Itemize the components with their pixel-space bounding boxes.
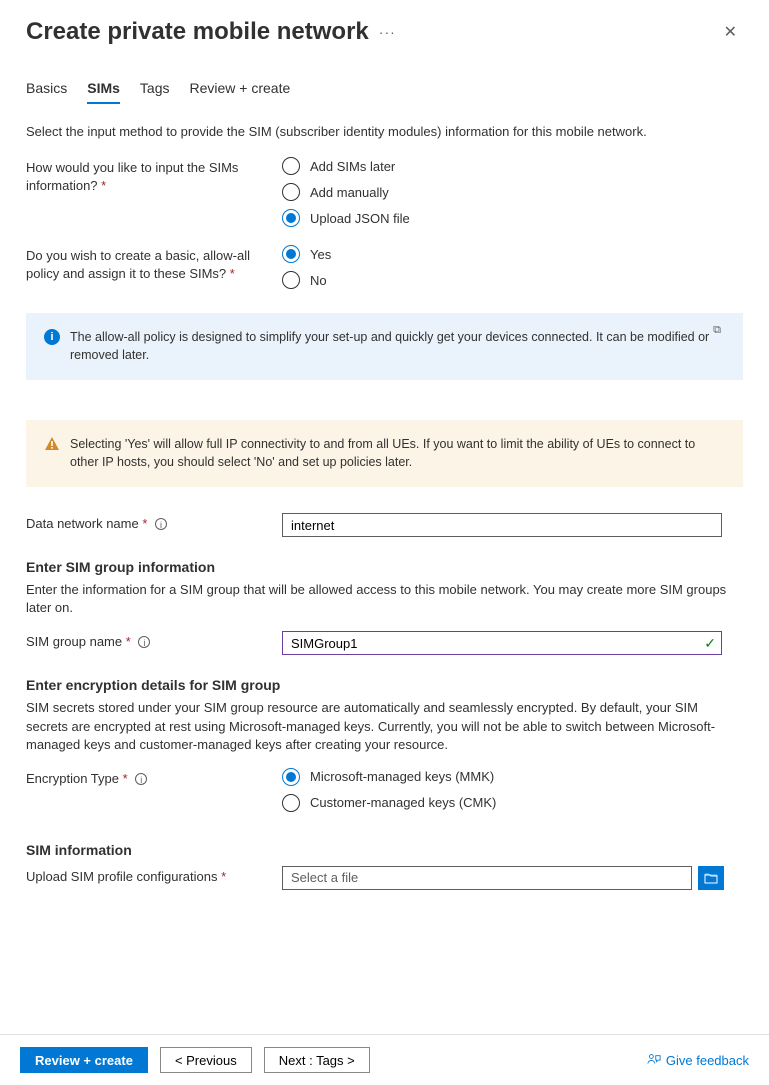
input-method-label: How would you like to input the SIMs inf… xyxy=(26,157,282,195)
info-tooltip-icon[interactable]: i xyxy=(135,773,147,785)
file-input[interactable]: Select a file xyxy=(282,866,692,890)
page-title: Create private mobile network xyxy=(26,18,369,46)
radio-label: Microsoft-managed keys (MMK) xyxy=(310,769,494,784)
upload-sim-label-text: Upload SIM profile configurations xyxy=(26,869,218,884)
data-network-input[interactable] xyxy=(282,513,722,537)
required-marker: * xyxy=(123,771,128,786)
close-button[interactable]: ✕ xyxy=(718,20,743,44)
encryption-desc: SIM secrets stored under your SIM group … xyxy=(26,699,743,754)
external-link-icon[interactable]: ⧉ xyxy=(713,323,721,338)
warning-alert-text: Selecting 'Yes' will allow full IP conne… xyxy=(70,436,725,471)
file-picker: Select a file xyxy=(282,866,724,890)
sim-group-name-row: SIM group name * i ✓ xyxy=(26,631,743,655)
tab-bar: Basics SIMs Tags Review + create xyxy=(0,54,769,104)
info-alert: i The allow-all policy is designed to si… xyxy=(26,313,743,380)
review-create-button[interactable]: Review + create xyxy=(20,1047,148,1073)
radio-icon xyxy=(282,271,300,289)
upload-sim-label: Upload SIM profile configurations * xyxy=(26,866,282,886)
info-tooltip-icon[interactable]: i xyxy=(155,518,167,530)
info-icon: i xyxy=(44,329,60,345)
required-marker: * xyxy=(221,869,226,884)
tab-review-create[interactable]: Review + create xyxy=(190,74,291,104)
allow-all-label-text: Do you wish to create a basic, allow-all… xyxy=(26,248,250,281)
radio-label: Add manually xyxy=(310,185,389,200)
input-method-label-text: How would you like to input the SIMs inf… xyxy=(26,160,238,193)
radio-label: Yes xyxy=(310,247,331,262)
sim-group-name-label-text: SIM group name xyxy=(26,634,122,649)
sim-group-heading: Enter SIM group information xyxy=(26,559,743,575)
radio-icon xyxy=(282,794,300,812)
intro-text: Select the input method to provide the S… xyxy=(26,124,743,139)
allow-all-label: Do you wish to create a basic, allow-all… xyxy=(26,245,282,283)
tab-sims[interactable]: SIMs xyxy=(87,74,120,104)
radio-add-manually[interactable]: Add manually xyxy=(282,183,410,201)
input-method-radio-group: Add SIMs later Add manually Upload JSON … xyxy=(282,157,410,227)
radio-add-sims-later[interactable]: Add SIMs later xyxy=(282,157,410,175)
radio-icon xyxy=(282,245,300,263)
sim-group-name-input-wrap: ✓ xyxy=(282,631,722,655)
warning-alert: Selecting 'Yes' will allow full IP conne… xyxy=(26,420,743,487)
encryption-heading: Enter encryption details for SIM group xyxy=(26,677,743,693)
radio-label: No xyxy=(310,273,327,288)
encryption-radio-group: Microsoft-managed keys (MMK) Customer-ma… xyxy=(282,768,496,812)
radio-mmk[interactable]: Microsoft-managed keys (MMK) xyxy=(282,768,496,786)
warning-icon xyxy=(44,436,60,452)
check-icon: ✓ xyxy=(704,635,716,652)
previous-button[interactable]: < Previous xyxy=(160,1047,252,1073)
radio-label: Upload JSON file xyxy=(310,211,410,226)
input-method-row: How would you like to input the SIMs inf… xyxy=(26,157,743,227)
radio-icon xyxy=(282,209,300,227)
required-marker: * xyxy=(230,266,235,281)
sim-info-heading: SIM information xyxy=(26,842,743,858)
folder-icon xyxy=(704,872,718,884)
page-header: Create private mobile network ··· ✕ xyxy=(0,0,769,54)
radio-upload-json[interactable]: Upload JSON file xyxy=(282,209,410,227)
radio-label: Add SIMs later xyxy=(310,159,395,174)
data-network-label-text: Data network name xyxy=(26,516,139,531)
allow-all-row: Do you wish to create a basic, allow-all… xyxy=(26,245,743,289)
footer-bar: Review + create < Previous Next : Tags >… xyxy=(0,1034,769,1085)
feedback-label: Give feedback xyxy=(666,1053,749,1068)
radio-icon xyxy=(282,157,300,175)
feedback-icon xyxy=(647,1053,661,1067)
sim-group-name-input[interactable] xyxy=(282,631,722,655)
radio-allow-all-yes[interactable]: Yes xyxy=(282,245,331,263)
encryption-type-label-text: Encryption Type xyxy=(26,771,119,786)
form-content: Select the input method to provide the S… xyxy=(0,104,769,890)
tab-tags[interactable]: Tags xyxy=(140,74,170,104)
radio-allow-all-no[interactable]: No xyxy=(282,271,331,289)
allow-all-radio-group: Yes No xyxy=(282,245,331,289)
radio-icon xyxy=(282,768,300,786)
radio-icon xyxy=(282,183,300,201)
next-button[interactable]: Next : Tags > xyxy=(264,1047,370,1073)
required-marker: * xyxy=(142,516,147,531)
radio-label: Customer-managed keys (CMK) xyxy=(310,795,496,810)
tab-basics[interactable]: Basics xyxy=(26,74,67,104)
encryption-type-row: Encryption Type * i Microsoft-managed ke… xyxy=(26,768,743,812)
sim-group-name-label: SIM group name * i xyxy=(26,631,282,651)
info-tooltip-icon[interactable]: i xyxy=(138,636,150,648)
browse-button[interactable] xyxy=(698,866,724,890)
radio-cmk[interactable]: Customer-managed keys (CMK) xyxy=(282,794,496,812)
info-alert-text: The allow-all policy is designed to simp… xyxy=(70,329,725,364)
give-feedback-link[interactable]: Give feedback xyxy=(647,1053,749,1068)
encryption-type-label: Encryption Type * i xyxy=(26,768,282,788)
required-marker: * xyxy=(126,634,131,649)
upload-sim-row: Upload SIM profile configurations * Sele… xyxy=(26,866,743,890)
sim-group-desc: Enter the information for a SIM group th… xyxy=(26,581,743,617)
data-network-row: Data network name * i xyxy=(26,513,743,537)
data-network-label: Data network name * i xyxy=(26,513,282,533)
required-marker: * xyxy=(101,178,106,193)
more-icon[interactable]: ··· xyxy=(379,24,396,40)
